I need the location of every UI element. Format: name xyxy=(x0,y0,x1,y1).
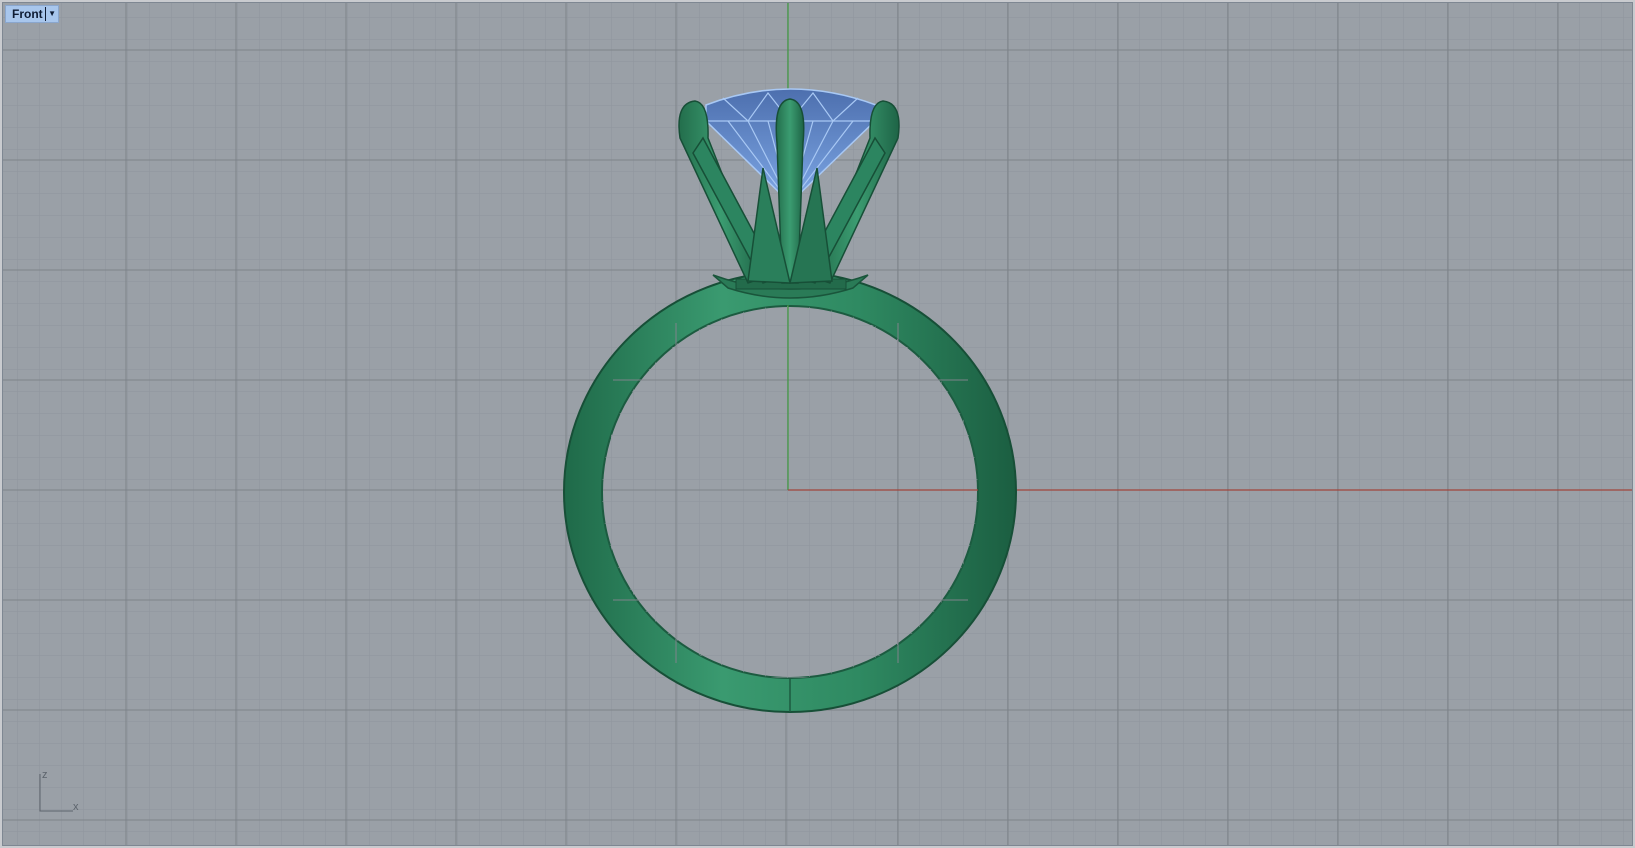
grid-and-model[interactable] xyxy=(3,3,1632,845)
z-axis-label: z xyxy=(42,769,48,781)
x-axis-label: x xyxy=(73,801,79,813)
viewport-name[interactable]: Front xyxy=(6,7,45,21)
ring-band xyxy=(563,271,1017,713)
viewport-title-tab[interactable]: Front ▼ xyxy=(5,5,59,23)
front-viewport[interactable]: Front ▼ z x xyxy=(2,2,1633,846)
chevron-down-icon[interactable]: ▼ xyxy=(46,5,58,23)
